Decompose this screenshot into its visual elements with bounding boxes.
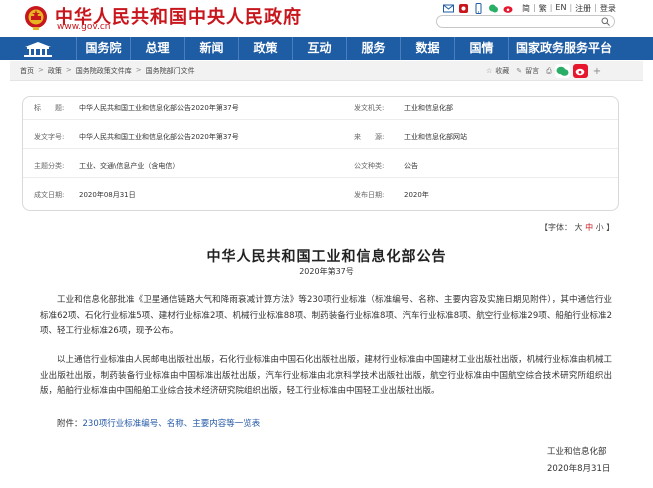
article-title: 中华人民共和国工业和信息化部公告: [206, 249, 447, 265]
info-row: 成文日期: 2020年08月31日 发布日期: 2020年: [23, 184, 618, 207]
title-label: 标 题:: [34, 104, 65, 112]
breadcrumb-bar: 首页 > 政策 > 国务院政策文件库 > 国务院部门文件 ☆ 收藏 ✎ 留言 ⎙ +: [10, 61, 643, 81]
share-wechat-button[interactable]: [554, 64, 570, 78]
home-building-icon: [24, 41, 52, 57]
docno-label: 发文字号:: [34, 133, 65, 141]
font-size-prefix: 【字体：: [540, 223, 572, 232]
issuer-label: 发文机关:: [354, 104, 385, 112]
info-row: 主题分类: 工业、交通\信息产业（含电信） 公文种类: 公告: [23, 155, 618, 178]
doc-type-value: 公告: [404, 162, 418, 170]
attachment-link[interactable]: 230项行业标准编号、名称、主要内容等一览表: [83, 419, 261, 429]
source-value: 工业和信息化部网站: [404, 133, 467, 141]
print-icon[interactable]: ⎙: [546, 67, 552, 76]
title-value: 中华人民共和国工业和信息化部公告2020年第37号: [79, 104, 239, 112]
document-info-table: 标 题: 中华人民共和国工业和信息化部公告2020年第37号 发文机关: 工业和…: [22, 96, 619, 211]
font-size-selector: 【字体： 大 中 小 】: [540, 222, 614, 233]
share-weibo-button[interactable]: [572, 64, 588, 78]
message-button[interactable]: 留言: [525, 66, 539, 76]
font-size-small[interactable]: 小: [596, 223, 604, 232]
article-paragraph-2: 以上通信行业标准由人民邮电出版社出版，石化行业标准由中国石化出版社出版，建材行业…: [40, 355, 612, 396]
nav-item-gov-service-platform[interactable]: 国家政务服务平台: [508, 37, 619, 60]
language-links: 简 | 繁 | EN | 注册 | 登录: [522, 3, 616, 14]
app-icon[interactable]: [458, 3, 469, 14]
attachment: 附件：230项行业标准编号、名称、主要内容等一览表: [57, 417, 260, 429]
weibo-share-icon: [575, 68, 585, 76]
favorite-button[interactable]: 收藏: [495, 66, 509, 76]
written-date-label: 成文日期:: [34, 191, 65, 199]
main-nav: 国务院 总理 新闻 政策 互动 服务 数据 国情 国家政务服务平台: [0, 37, 653, 60]
lang-traditional[interactable]: 繁: [539, 3, 547, 14]
site-header: 中华人民共和国中央人民政府 www.gov.cn 简 | 繁 | EN | 注册 | 登…: [0, 0, 653, 36]
site-url: www.gov.cn: [57, 22, 111, 32]
docno-value: 中华人民共和国工业和信息化部公告2020年第37号: [79, 133, 239, 141]
wechat-share-icon: [556, 66, 569, 76]
info-row: 发文字号: 中华人民共和国工业和信息化部公告2020年第37号 来 源: 工业和…: [23, 126, 618, 149]
nav-item-national-info[interactable]: 国情: [454, 37, 508, 60]
breadcrumb-department-docs[interactable]: 国务院部门文件: [146, 66, 195, 76]
article-number: 2020年第37号: [299, 267, 354, 276]
mail-icon[interactable]: [443, 3, 454, 14]
published-date-value: 2020年: [404, 191, 429, 199]
article-paragraph-1: 工业和信息化部批准《卫星通信链路大气和降雨衰减计算方法》等230项行业标准（标准…: [40, 295, 612, 336]
issuer-value: 工业和信息化部: [404, 104, 453, 112]
attachment-label: 附件：: [57, 419, 83, 429]
wechat-icon[interactable]: [488, 3, 499, 14]
login-link[interactable]: 登录: [600, 3, 616, 14]
source-label: 来 源:: [354, 133, 385, 141]
topic-value: 工业、交通\信息产业（含电信）: [79, 162, 180, 170]
font-size-medium[interactable]: 中: [585, 223, 593, 232]
nav-item-policy[interactable]: 政策: [238, 37, 292, 60]
lang-english[interactable]: EN: [555, 3, 566, 14]
register-link[interactable]: 注册: [575, 3, 591, 14]
signature-org: 工业和信息化部: [547, 447, 607, 457]
breadcrumb-home[interactable]: 首页: [20, 66, 34, 76]
nav-item-news[interactable]: 新闻: [184, 37, 238, 60]
nav-home[interactable]: [0, 37, 76, 60]
topic-label: 主题分类:: [34, 162, 65, 170]
nav-item-state-council[interactable]: 国务院: [76, 37, 130, 60]
nav-item-data[interactable]: 数据: [400, 37, 454, 60]
nav-item-premier[interactable]: 总理: [130, 37, 184, 60]
doc-type-label: 公文种类:: [354, 162, 385, 170]
font-size-suffix: 】: [606, 223, 615, 232]
lang-simplified[interactable]: 简: [522, 3, 530, 14]
more-share-icon[interactable]: +: [593, 66, 601, 77]
signature-date: 2020年8月31日: [547, 464, 611, 474]
favorite-star-icon[interactable]: ☆: [486, 67, 492, 75]
search-input[interactable]: [436, 15, 615, 28]
national-emblem-icon: [25, 6, 47, 30]
nav-item-interaction[interactable]: 互动: [292, 37, 346, 60]
nav-item-services[interactable]: 服务: [346, 37, 400, 60]
mobile-icon[interactable]: [473, 3, 484, 14]
breadcrumb: 首页 > 政策 > 国务院政策文件库 > 国务院部门文件: [20, 66, 195, 76]
article-tools: ☆ 收藏 ✎ 留言 ⎙ +: [486, 64, 601, 78]
info-row: 标 题: 中华人民共和国工业和信息化部公告2020年第37号 发文机关: 工业和…: [23, 97, 618, 120]
published-date-label: 发布日期:: [354, 191, 385, 199]
font-size-large[interactable]: 大: [575, 223, 583, 232]
weibo-icon[interactable]: [503, 3, 514, 14]
breadcrumb-policy-library[interactable]: 国务院政策文件库: [76, 66, 132, 76]
top-links: 简 | 繁 | EN | 注册 | 登录: [443, 3, 616, 14]
breadcrumb-policy[interactable]: 政策: [48, 66, 62, 76]
search-icon[interactable]: [601, 17, 610, 26]
message-icon[interactable]: ✎: [516, 67, 522, 75]
written-date-value: 2020年08月31日: [79, 191, 136, 199]
